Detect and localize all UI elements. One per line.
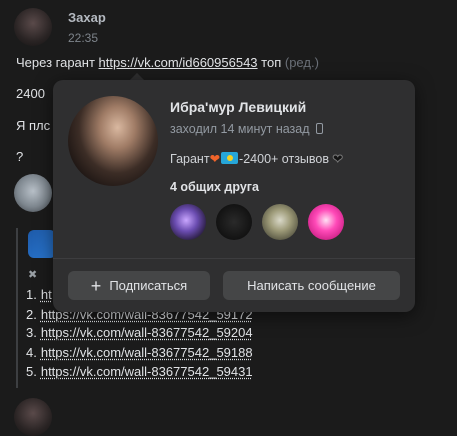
black-heart-icon: ❤ xyxy=(332,152,344,167)
list-number: 1. xyxy=(26,287,37,302)
kazakhstan-flag-icon xyxy=(221,152,239,164)
mutual-friends-title[interactable]: 4 общих друга xyxy=(170,180,259,194)
subscribe-button[interactable]: + Подписаться xyxy=(68,271,210,300)
message-line-2: 2400 xyxy=(16,86,45,101)
friend-avatar[interactable] xyxy=(170,204,206,240)
next-message-avatar[interactable] xyxy=(14,398,52,436)
profile-avatar[interactable] xyxy=(68,96,158,186)
message-line-1: Через гарант https://vk.com/id660956543 … xyxy=(16,55,319,70)
list-number: 5. xyxy=(26,364,37,379)
message-line-3: Я плс xyxy=(16,118,51,133)
message-author[interactable]: Захар xyxy=(68,10,106,25)
popup-divider xyxy=(53,258,415,259)
message-time: 22:35 xyxy=(68,31,99,45)
list-item: 1. ht xyxy=(26,287,52,302)
profile-popup: Ибра'мур Левицкий заходил 14 минут назад… xyxy=(53,80,415,312)
wall-link[interactable]: https://vk.com/wall-83677542_59188 xyxy=(41,345,253,360)
plus-icon: + xyxy=(90,275,102,296)
desc-prefix: Гарант xyxy=(170,152,210,166)
profile-status: заходил 14 минут назад xyxy=(170,122,323,136)
profile-name[interactable]: Ибра'мур Левицкий xyxy=(170,99,306,115)
message-line-4: ? xyxy=(16,149,24,164)
subscribe-label: Подписаться xyxy=(109,278,188,293)
last-seen-text: заходил 14 минут назад xyxy=(170,122,310,136)
friend-avatar[interactable] xyxy=(262,204,298,240)
edited-label: (ред.) xyxy=(284,55,319,70)
desc-suffix: -2400+ отзывов xyxy=(239,152,330,166)
pin-icon: ✖ xyxy=(28,269,38,281)
sender-avatar[interactable] xyxy=(14,174,52,212)
message-text: Через гарант xyxy=(16,55,99,70)
mobile-phone-icon xyxy=(315,123,323,134)
forwarded-group-avatar[interactable] xyxy=(28,230,56,258)
wall-link[interactable]: https://vk.com/wall-83677542_59204 xyxy=(41,325,253,340)
list-item: 3. https://vk.com/wall-83677542_59204 xyxy=(26,325,253,340)
list-item: 5. https://vk.com/wall-83677542_59431 xyxy=(26,364,253,379)
message-text-suffix: топ xyxy=(257,55,282,70)
list-item: 4. https://vk.com/wall-83677542_59188 xyxy=(26,345,253,360)
write-message-button[interactable]: Написать сообщение xyxy=(223,271,400,300)
list-number: 3. xyxy=(26,325,37,340)
friend-avatar[interactable] xyxy=(216,204,252,240)
wall-link[interactable]: https://vk.com/wall-83677542_59431 xyxy=(41,364,253,379)
list-number: 2. xyxy=(26,307,37,322)
wall-link[interactable]: ht xyxy=(41,287,52,302)
friend-avatar[interactable] xyxy=(308,204,344,240)
author-avatar[interactable] xyxy=(14,8,52,46)
list-number: 4. xyxy=(26,345,37,360)
profile-description: Гарант❤ -2400+ отзывов ❤ xyxy=(170,151,344,167)
forward-quote-bar xyxy=(16,228,18,388)
profile-link[interactable]: https://vk.com/id660956543 xyxy=(99,55,258,70)
orange-heart-icon: ❤ xyxy=(209,152,221,166)
